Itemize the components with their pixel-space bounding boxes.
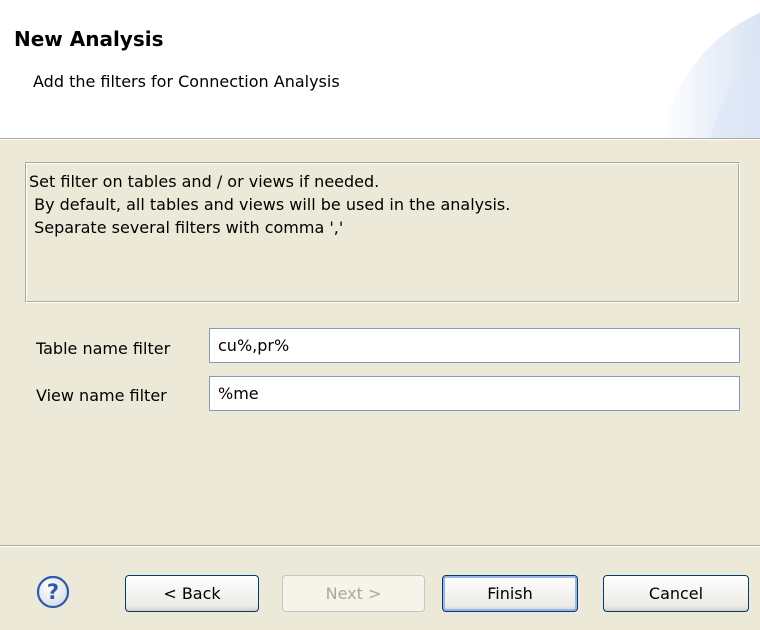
next-button[interactable]: Next > bbox=[282, 575, 425, 612]
wizard-header: New Analysis Add the filters for Connect… bbox=[0, 0, 760, 138]
table-name-filter-input[interactable] bbox=[209, 328, 740, 363]
svg-text:?: ? bbox=[47, 580, 59, 604]
view-name-filter-label: View name filter bbox=[36, 386, 167, 405]
page-subtitle: Add the filters for Connection Analysis bbox=[33, 72, 340, 91]
info-group-box: Set filter on tables and / or views if n… bbox=[25, 162, 740, 303]
table-name-filter-label: Table name filter bbox=[36, 339, 171, 358]
header-decoration-graphic bbox=[660, 12, 760, 138]
cancel-button[interactable]: Cancel bbox=[603, 575, 749, 612]
view-name-filter-input[interactable] bbox=[209, 376, 740, 411]
help-icon[interactable]: ? bbox=[36, 575, 70, 609]
finish-button[interactable]: Finish bbox=[442, 575, 578, 612]
page-title: New Analysis bbox=[14, 27, 164, 51]
back-button[interactable]: < Back bbox=[125, 575, 259, 612]
info-text: Set filter on tables and / or views if n… bbox=[29, 172, 511, 237]
